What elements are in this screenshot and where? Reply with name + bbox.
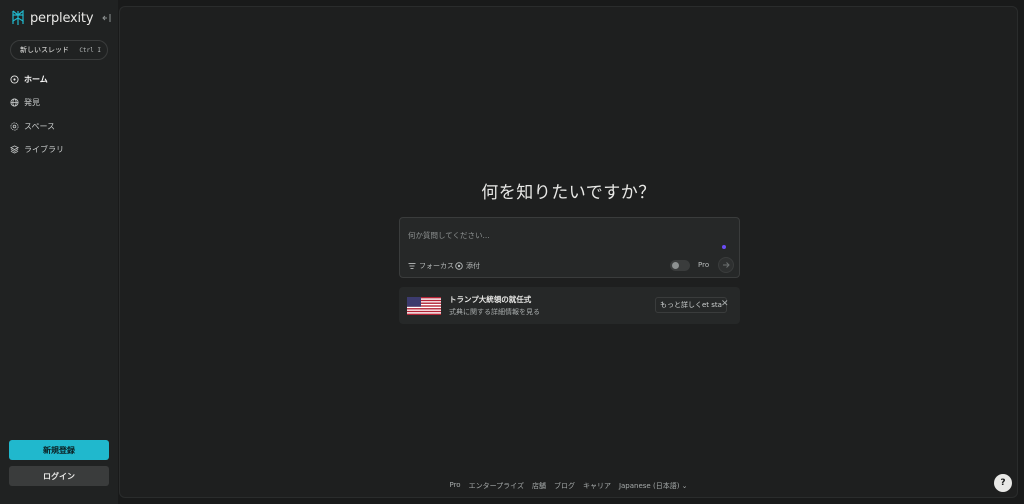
sidebar-item-home[interactable]: ホーム [10, 72, 64, 86]
page-title: 何を知りたいですか？ [481, 183, 656, 203]
search-input[interactable] [408, 228, 708, 242]
new-thread-button[interactable]: 新しいスレッド Ctrl I [10, 40, 108, 60]
signup-button[interactable]: 新規登録 [9, 440, 109, 460]
filter-icon [408, 263, 416, 269]
submit-button[interactable] [718, 257, 734, 273]
home-icon [10, 74, 19, 84]
news-title: トランプ大統領の就任式 [449, 295, 532, 304]
sidebar-item-label: ホーム [24, 74, 48, 84]
collapse-sidebar-icon[interactable] [100, 12, 112, 24]
footer-link-careers[interactable]: キャリア [583, 481, 611, 491]
sidebar-item-spaces[interactable]: スペース [10, 119, 64, 133]
library-icon [10, 145, 19, 154]
sidebar-item-discover[interactable]: 発見 [10, 96, 64, 110]
sidebar-item-label: スペース [24, 121, 56, 131]
footer-link-pro[interactable]: Pro [449, 481, 460, 491]
spaces-icon [10, 121, 19, 131]
new-thread-shortcut: Ctrl I [79, 46, 101, 54]
status-dot [722, 245, 726, 249]
footer-link-blog[interactable]: ブログ [554, 481, 575, 491]
focus-button[interactable]: フォーカス [408, 261, 454, 271]
pro-label: Pro [698, 261, 710, 269]
login-button[interactable]: ログイン [9, 466, 109, 486]
brand-logo-link[interactable]: perplexity [10, 10, 94, 26]
pro-toggle[interactable] [670, 260, 690, 271]
footer-link-store[interactable]: 店舗 [532, 481, 546, 491]
new-thread-label: 新しいスレッド [20, 46, 69, 54]
arrow-right-icon [723, 262, 730, 268]
attach-icon [455, 262, 463, 270]
sidebar-item-label: ライブラリ [24, 145, 64, 154]
help-button[interactable]: ? [994, 474, 1012, 492]
news-subtitle: 式典に関する詳細情報を見る [449, 308, 540, 316]
footer-links: Pro エンタープライズ 店舗 ブログ キャリア Japanese (日本語) … [120, 481, 1017, 491]
sidebar-item-label: 発見 [24, 98, 40, 107]
attach-button[interactable]: 添付 [455, 261, 480, 271]
language-selector[interactable]: Japanese (日本語) ⌄ [619, 481, 688, 491]
us-flag-icon [407, 297, 441, 315]
focus-label: フォーカス [419, 262, 454, 270]
news-card[interactable]: トランプ大統領の就任式 式典に関する詳細情報を見る もっと詳しくet sta ✕ [399, 287, 740, 324]
search-box: フォーカス 添付 Pro [399, 217, 740, 278]
footer-link-enterprise[interactable]: エンタープライズ [469, 481, 524, 491]
sidebar: perplexity 新しいスレッド Ctrl I ホーム 発見 スペース ライ… [0, 0, 118, 504]
news-more-button[interactable]: もっと詳しくet sta [655, 297, 727, 313]
sidebar-nav: ホーム 発見 スペース ライブラリ [10, 72, 64, 166]
brand-name: perplexity [30, 10, 94, 26]
close-icon[interactable]: ✕ [721, 299, 729, 309]
perplexity-logo-icon [12, 10, 24, 25]
main-panel: 何を知りたいですか？ フォーカス 添付 Pro [119, 6, 1018, 498]
sidebar-item-library[interactable]: ライブラリ [10, 143, 64, 157]
toggle-knob [672, 262, 679, 269]
globe-icon [10, 98, 19, 107]
attach-label: 添付 [466, 262, 480, 270]
